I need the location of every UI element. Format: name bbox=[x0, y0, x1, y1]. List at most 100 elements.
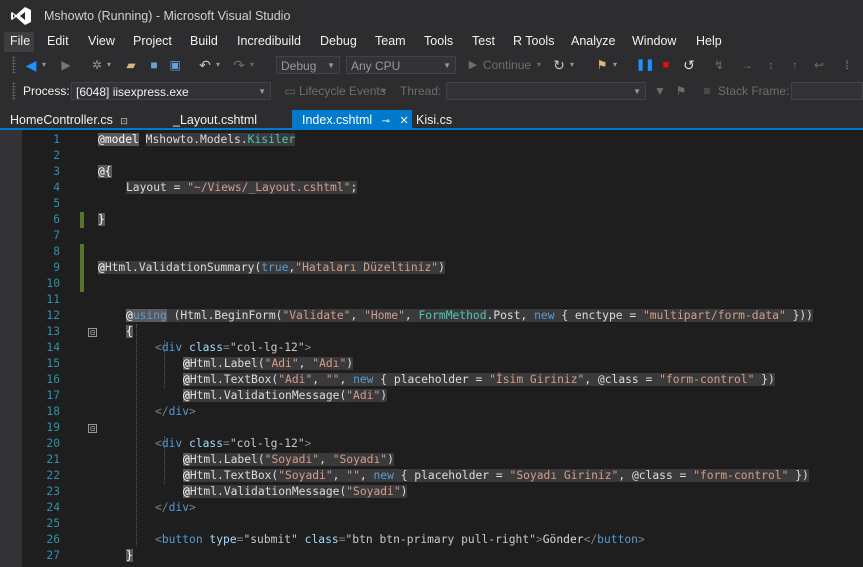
save-icon[interactable]: ■ bbox=[145, 56, 163, 74]
collapse-icon[interactable]: ⊟ bbox=[88, 424, 97, 433]
navigate-forward-icon[interactable]: ▶ bbox=[57, 56, 75, 74]
menu-build[interactable]: Build bbox=[190, 32, 218, 52]
menu-debug[interactable]: Debug bbox=[320, 32, 357, 52]
continue-play-icon[interactable]: ▶ bbox=[464, 56, 482, 74]
menu-tools[interactable]: Tools bbox=[424, 32, 453, 52]
line-number: 20 bbox=[46, 437, 60, 450]
pause-icon[interactable]: ❚❚ bbox=[636, 56, 654, 74]
chevron-down-icon: ▼ bbox=[258, 87, 266, 96]
menu-analyze[interactable]: Analyze bbox=[571, 32, 615, 52]
tab-label: Kisi.cs bbox=[416, 113, 453, 127]
lifecycle-events-button[interactable]: Lifecycle Events bbox=[299, 82, 386, 100]
line-number: 17 bbox=[46, 389, 60, 402]
collapse-icon[interactable]: ⊟ bbox=[88, 328, 97, 337]
code-line-15: @Html.Label("Adi", "Adı") bbox=[183, 357, 354, 370]
stack-frame-icon[interactable]: ≡ bbox=[698, 82, 716, 100]
toolbar-grip[interactable] bbox=[12, 56, 16, 74]
new-project-icon[interactable]: ✲ bbox=[88, 56, 106, 74]
lifecycle-dropdown-icon[interactable]: ▾ bbox=[380, 82, 388, 100]
step-out-icon[interactable]: ↑ bbox=[786, 56, 804, 74]
code-editor[interactable]: 1 2 3 4 5 6 7 8 9 10 11 12 13 14 15 16 1… bbox=[0, 130, 863, 567]
menu-file[interactable]: File bbox=[4, 32, 34, 52]
browser-link-dropdown-icon[interactable]: ▾ bbox=[611, 56, 619, 74]
code-line-17: @Html.ValidationMessage("Adi") bbox=[183, 389, 388, 402]
standard-toolbar: ◀ ▾ ▶ ✲ ▾ ▰ ■ ▣ ↶ ▾ ↷ ▾ Debug ▼ Any CPU … bbox=[0, 52, 863, 78]
line-number: 18 bbox=[46, 405, 60, 418]
change-marker bbox=[80, 212, 84, 228]
line-number: 22 bbox=[46, 469, 60, 482]
step-into-icon[interactable]: → bbox=[738, 56, 756, 74]
menu-window[interactable]: Window bbox=[632, 32, 676, 52]
tab-layout[interactable]: _Layout.cshtml bbox=[163, 110, 291, 130]
continue-dropdown-icon[interactable]: ▾ bbox=[535, 56, 543, 74]
refresh-icon[interactable]: ↻ bbox=[550, 56, 568, 74]
menu-view[interactable]: View bbox=[88, 32, 115, 52]
code-line-27: } bbox=[126, 549, 133, 562]
code-line-20: <div class="col-lg-12"> bbox=[155, 437, 312, 450]
stack-frame-select[interactable] bbox=[791, 82, 863, 100]
solution-configuration-select[interactable]: Debug ▼ bbox=[276, 56, 340, 74]
chevron-down-icon: ▼ bbox=[633, 87, 641, 96]
code-line-18: </div> bbox=[155, 405, 196, 418]
thread-select[interactable]: ▼ bbox=[446, 82, 646, 100]
lifecycle-events-icon[interactable]: ▭ bbox=[281, 82, 299, 100]
pin-icon[interactable]: ⊸ bbox=[382, 116, 390, 127]
show-next-statement-icon[interactable]: ↯ bbox=[710, 56, 728, 74]
restart-icon[interactable]: ↺ bbox=[680, 56, 698, 74]
stop-icon[interactable]: ■ bbox=[657, 56, 675, 74]
redo-dropdown-icon[interactable]: ▾ bbox=[248, 56, 256, 74]
new-project-dropdown-icon[interactable]: ▾ bbox=[105, 56, 113, 74]
tab-label: HomeController.cs bbox=[10, 113, 113, 127]
code-line-23: @Html.ValidationMessage("Soyadi") bbox=[183, 485, 408, 498]
line-number: 9 bbox=[53, 261, 60, 274]
browser-link-icon[interactable]: ⚑ bbox=[593, 56, 611, 74]
tab-index[interactable]: Index.cshtml ⊸ ✕ bbox=[292, 110, 412, 130]
continue-button[interactable]: Continue bbox=[483, 56, 531, 74]
code-line-12: @using (Html.BeginForm("Validate", "Home… bbox=[126, 309, 813, 322]
solution-platform-select[interactable]: Any CPU ▼ bbox=[346, 56, 456, 74]
line-number: 12 bbox=[46, 309, 60, 322]
refresh-dropdown-icon[interactable]: ▾ bbox=[568, 56, 576, 74]
document-tab-bar: HomeController.cs ⊡ _Layout.cshtml Index… bbox=[0, 104, 863, 130]
tab-home-controller[interactable]: HomeController.cs ⊡ bbox=[0, 110, 152, 130]
back-dropdown-icon[interactable]: ▾ bbox=[40, 56, 48, 74]
step-back-icon[interactable]: ↩ bbox=[810, 56, 828, 74]
code-line-16: @Html.TextBox("Adi", "", new { placehold… bbox=[183, 373, 775, 386]
window-title: Mshowto (Running) - Microsoft Visual Stu… bbox=[44, 9, 291, 23]
menu-help[interactable]: Help bbox=[696, 32, 722, 52]
hex-display-icon[interactable]: ⁞ bbox=[838, 56, 856, 74]
code-line-14: <div class="col-lg-12"> bbox=[155, 341, 312, 354]
process-select[interactable]: [6048] iisexpress.exe ▼ bbox=[71, 82, 271, 100]
line-number: 8 bbox=[53, 245, 60, 258]
undo-dropdown-icon[interactable]: ▾ bbox=[214, 56, 222, 74]
menu-incredibuild[interactable]: Incredibuild bbox=[237, 32, 301, 52]
line-number: 15 bbox=[46, 357, 60, 370]
navigate-back-icon[interactable]: ◀ bbox=[22, 56, 40, 74]
code-line-4: Layout = "~/Views/_Layout.cshtml"; bbox=[126, 181, 358, 194]
line-number: 21 bbox=[46, 453, 60, 466]
step-over-icon[interactable]: ↕ bbox=[762, 56, 780, 74]
code-line-3: @{ bbox=[98, 165, 112, 178]
change-marker bbox=[80, 244, 84, 292]
menu-edit[interactable]: Edit bbox=[47, 32, 69, 52]
flag-threads-icon[interactable]: ⚑ bbox=[672, 82, 690, 100]
line-number: 7 bbox=[53, 229, 60, 242]
tab-kisi[interactable]: Kisi.cs bbox=[406, 110, 476, 130]
toolbar-grip[interactable] bbox=[12, 82, 16, 100]
solution-platform-value: Any CPU bbox=[351, 59, 401, 73]
solution-configuration-value: Debug bbox=[281, 59, 317, 73]
menu-team[interactable]: Team bbox=[375, 32, 406, 52]
menu-r-tools[interactable]: R Tools bbox=[513, 32, 554, 52]
menu-project[interactable]: Project bbox=[133, 32, 172, 52]
save-all-icon[interactable]: ▣ bbox=[166, 56, 184, 74]
redo-icon[interactable]: ↷ bbox=[230, 56, 248, 74]
filter-icon[interactable]: ▼ bbox=[651, 82, 669, 100]
menu-test[interactable]: Test bbox=[472, 32, 495, 52]
debug-location-toolbar: Process: [6048] iisexpress.exe ▼ ▭ Lifec… bbox=[0, 78, 863, 104]
open-file-icon[interactable]: ▰ bbox=[122, 56, 140, 74]
line-number: 6 bbox=[53, 213, 60, 226]
code-line-21: @Html.Label("Soyadi", "Soyadı") bbox=[183, 453, 394, 466]
chevron-down-icon: ▼ bbox=[443, 61, 451, 70]
undo-icon[interactable]: ↶ bbox=[196, 56, 214, 74]
process-value: [6048] iisexpress.exe bbox=[76, 85, 189, 99]
